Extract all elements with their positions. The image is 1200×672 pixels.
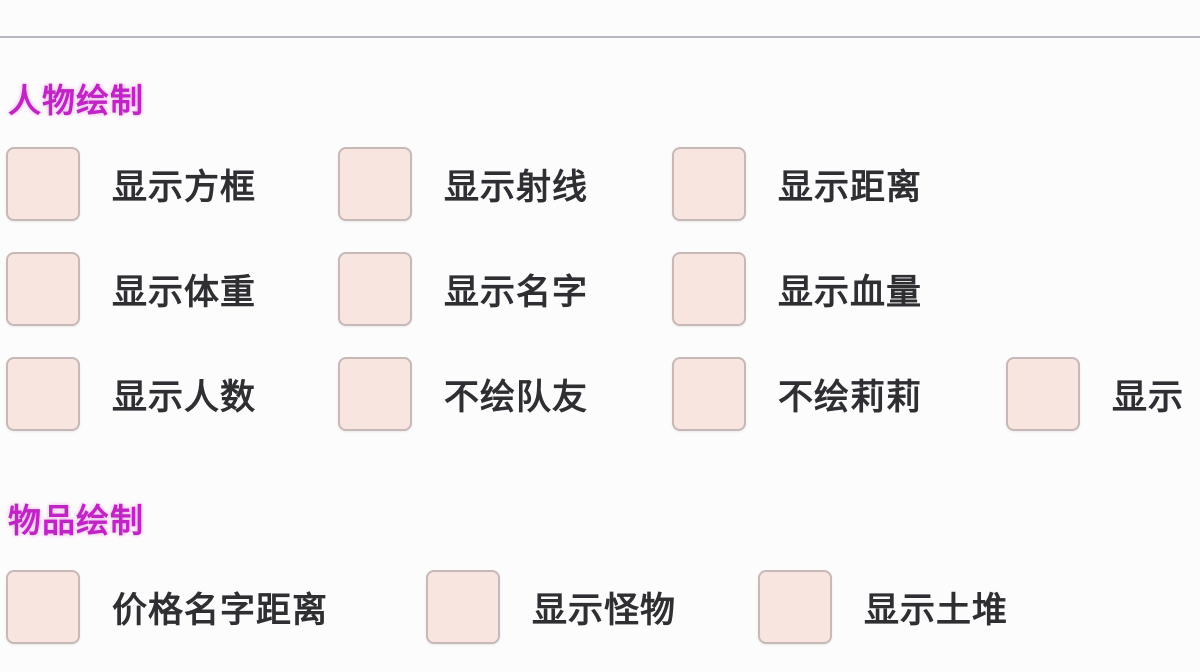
option-label: 显示方框 (112, 167, 257, 208)
option-show-dirt-piles[interactable]: 显示土堆 (758, 568, 1008, 646)
option-label: 显示 (1112, 377, 1185, 418)
option-show-distance[interactable]: 显示距离 (672, 145, 922, 223)
option-show-monsters[interactable]: 显示怪物 (426, 568, 676, 646)
option-label: 不绘队友 (444, 377, 589, 418)
checkbox[interactable] (6, 357, 80, 431)
option-show-player-count[interactable]: 显示人数 (6, 355, 256, 433)
checkbox[interactable] (758, 570, 832, 644)
section-title-character-draw: 人物绘制 (8, 81, 144, 120)
checkbox[interactable] (338, 147, 412, 221)
option-hide-lily[interactable]: 不绘莉莉 (672, 355, 922, 433)
option-show-ray[interactable]: 显示射线 (338, 145, 588, 223)
option-show-weight[interactable]: 显示体重 (6, 250, 256, 328)
option-label: 显示血量 (778, 272, 923, 313)
checkbox[interactable] (338, 357, 412, 431)
option-show-health[interactable]: 显示血量 (672, 250, 922, 328)
option-show-name[interactable]: 显示名字 (338, 250, 588, 328)
checkbox[interactable] (1006, 357, 1080, 431)
option-label: 显示射线 (444, 167, 589, 208)
option-label: 显示名字 (444, 272, 589, 313)
option-label: 价格名字距离 (112, 590, 329, 631)
checkbox[interactable] (338, 252, 412, 326)
top-divider (0, 36, 1200, 38)
option-label: 显示人数 (112, 377, 257, 418)
section-title-item-draw: 物品绘制 (8, 501, 144, 540)
option-label: 显示体重 (112, 272, 257, 313)
checkbox[interactable] (426, 570, 500, 644)
option-label: 显示怪物 (532, 590, 677, 631)
checkbox[interactable] (6, 252, 80, 326)
option-label: 显示距离 (778, 167, 923, 208)
option-hide-teammates[interactable]: 不绘队友 (338, 355, 588, 433)
checkbox[interactable] (672, 147, 746, 221)
option-show-cutoff[interactable]: 显示 (1006, 355, 1184, 433)
option-label: 显示土堆 (864, 590, 1009, 631)
checkbox[interactable] (6, 147, 80, 221)
option-label: 不绘莉莉 (778, 377, 923, 418)
checkbox[interactable] (672, 252, 746, 326)
option-price-name-distance[interactable]: 价格名字距离 (6, 568, 328, 646)
checkbox[interactable] (6, 570, 80, 644)
option-show-box[interactable]: 显示方框 (6, 145, 256, 223)
checkbox[interactable] (672, 357, 746, 431)
